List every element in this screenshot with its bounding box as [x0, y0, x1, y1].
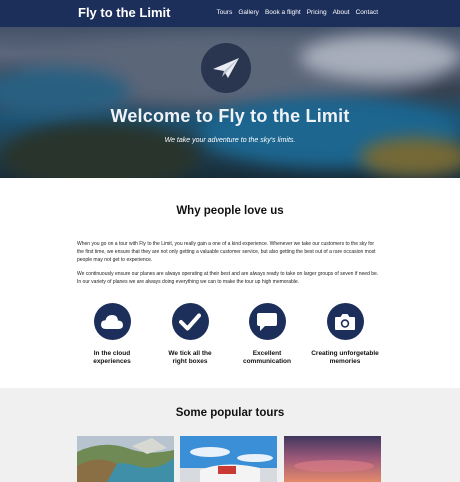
feature-label: We tick all the right boxes — [150, 350, 230, 366]
feature-label-line1: Excellent — [252, 350, 282, 357]
tour-card-river-canyon[interactable] — [77, 436, 174, 482]
chat-icon — [248, 303, 286, 340]
nav-link-about[interactable]: About — [333, 9, 350, 16]
tour-image — [284, 436, 381, 482]
nav-links: Tours Gallery Book a flight Pricing Abou… — [216, 9, 378, 16]
tour-card-sunset[interactable] — [284, 436, 381, 482]
nav-link-gallery[interactable]: Gallery — [238, 9, 259, 16]
cloud-icon — [93, 303, 131, 340]
navbar: Fly to the Limit Tours Gallery Book a fl… — [0, 0, 460, 27]
feature-label-line1: We tick all the — [168, 350, 212, 357]
feature-label-line1: Creating unforgetable — [311, 350, 379, 357]
camera-icon — [326, 303, 364, 340]
feature-label-line1: In the cloud — [93, 350, 131, 357]
checkmark-icon — [171, 303, 209, 340]
brand-logo-text[interactable]: Fly to the Limit — [78, 5, 170, 20]
feature-label-line2: experiences — [93, 358, 131, 365]
nav-link-pricing[interactable]: Pricing — [307, 9, 327, 16]
nav-link-contact[interactable]: Contact — [356, 9, 378, 16]
tour-image — [77, 436, 174, 482]
nav-link-tours[interactable]: Tours — [216, 9, 232, 16]
feature-label-line2: right boxes — [172, 358, 208, 365]
feature-cloud: In the cloud experiences — [72, 303, 152, 366]
why-paragraph-1: When you go on a tour with Fly to the Li… — [77, 241, 376, 263]
hero-banner: Welcome to Fly to the Limit We take your… — [0, 27, 460, 178]
hero-title: Welcome to Fly to the Limit — [110, 106, 350, 126]
nav-link-book-a-flight[interactable]: Book a flight — [265, 9, 301, 16]
hero-subtitle: We take your adventure to the sky's limi… — [164, 137, 296, 144]
tour-card-plane-snow[interactable] — [180, 436, 277, 482]
paper-plane-icon — [201, 43, 251, 93]
tour-image — [180, 436, 277, 482]
feature-label: Creating unforgetable memories — [305, 350, 385, 366]
feature-label-line2: communication — [242, 358, 292, 365]
tours-section-title: Some popular tours — [175, 407, 285, 419]
feature-label: Excellent communication — [227, 350, 307, 366]
why-section-title: Why people love us — [176, 205, 284, 217]
feature-chat: Excellent communication — [227, 303, 307, 366]
why-paragraph-2: We continuously ensure our planes are al… — [77, 271, 379, 285]
feature-label: In the cloud experiences — [72, 350, 152, 366]
feature-checkmark: We tick all the right boxes — [150, 303, 230, 366]
feature-label-line2: memories — [329, 358, 361, 365]
feature-camera: Creating unforgetable memories — [305, 303, 385, 366]
